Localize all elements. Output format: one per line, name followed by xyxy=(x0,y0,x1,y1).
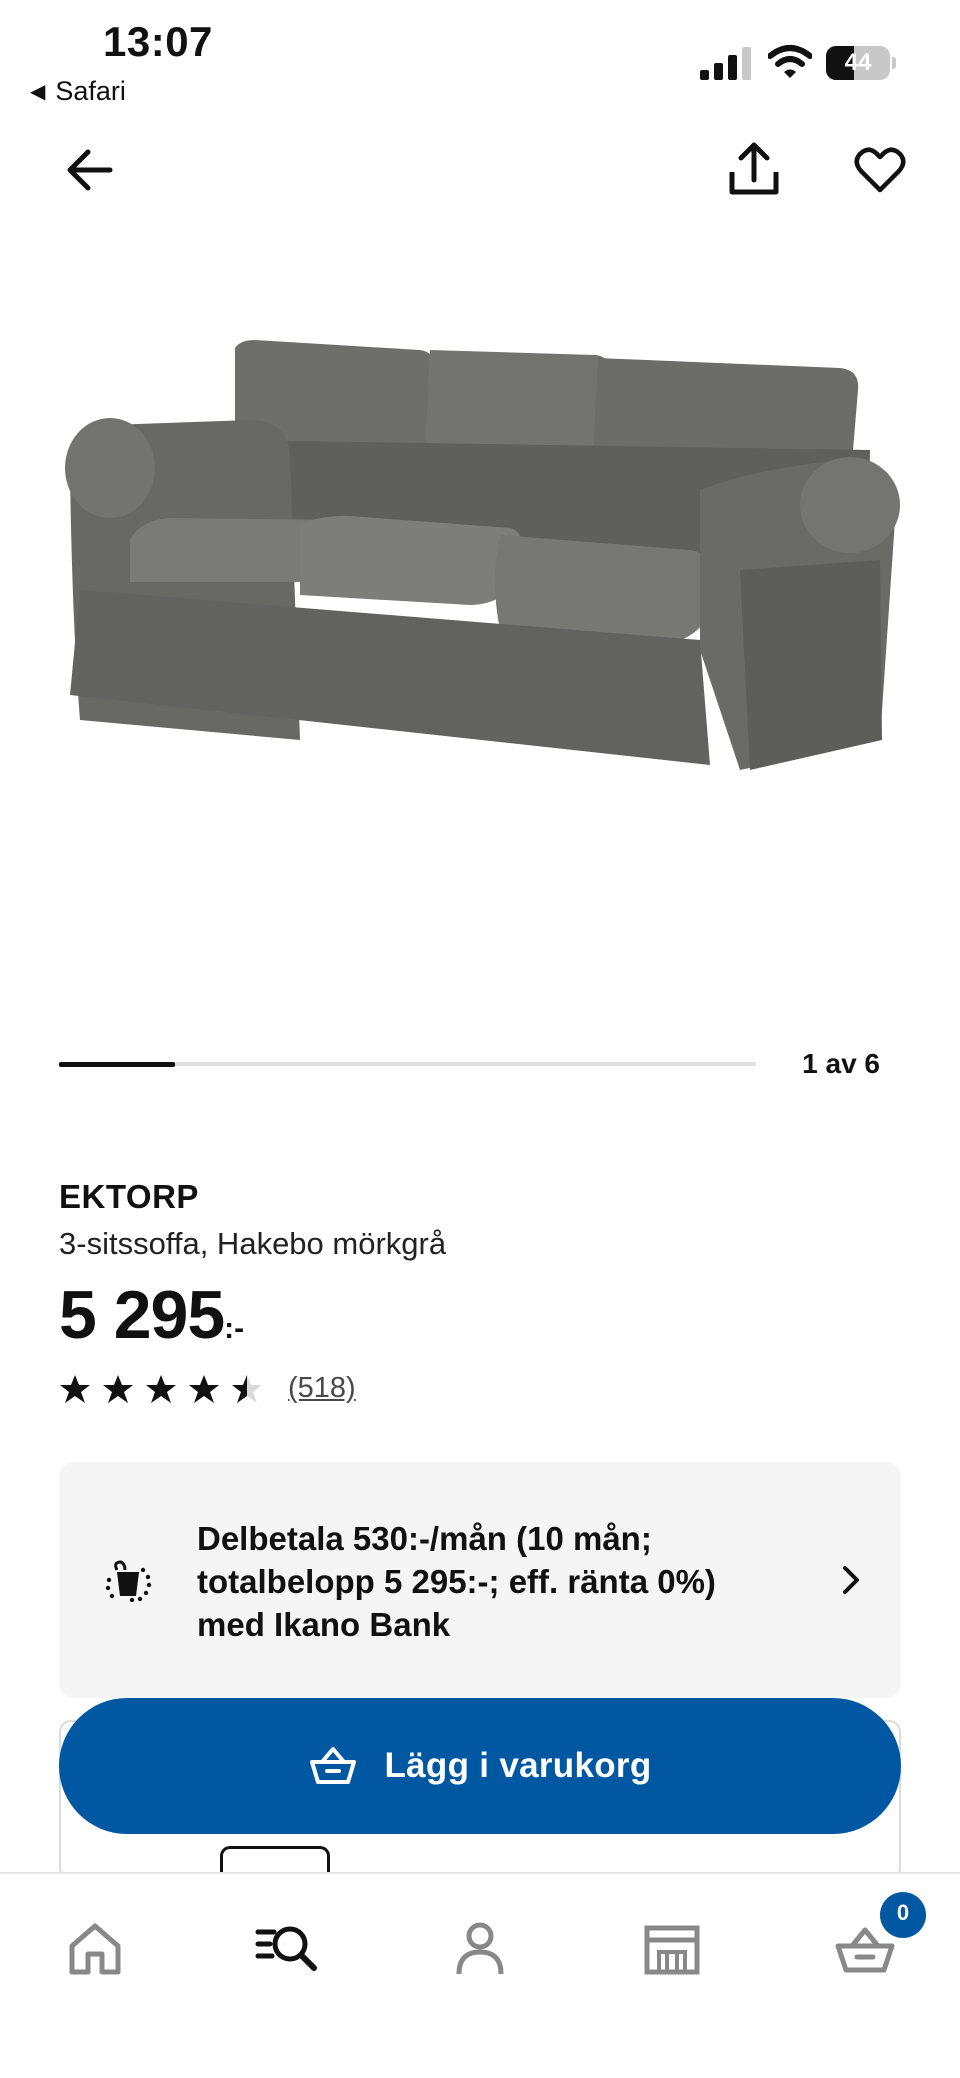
tab-stores[interactable] xyxy=(637,1914,707,1984)
tab-profile[interactable] xyxy=(445,1914,515,1984)
rating-stars xyxy=(59,1373,274,1405)
installment-offer-text: Delbetala 530:-/mån (10 mån; totalbelopp… xyxy=(197,1520,716,1643)
carousel-counter: 1 av 6 xyxy=(802,1048,880,1079)
star-icon xyxy=(189,1374,219,1403)
tab-home[interactable] xyxy=(60,1914,130,1984)
price-value: 5 295 xyxy=(59,1277,225,1353)
installment-offer-card[interactable]: Delbetala 530:-/mån (10 mån; totalbelopp… xyxy=(59,1462,901,1698)
tab-search[interactable] xyxy=(252,1914,322,1984)
star-icon xyxy=(60,1374,90,1403)
home-icon xyxy=(69,1923,121,1975)
battery-level: 44 xyxy=(844,49,872,76)
product-description: 3-sitssoffa, Hakebo mörkgrå xyxy=(59,1226,447,1261)
product-image[interactable] xyxy=(50,320,910,800)
chevron-right-icon xyxy=(843,1566,859,1594)
share-icon[interactable] xyxy=(724,140,784,200)
profile-icon xyxy=(456,1922,504,1975)
product-rating[interactable]: (518) xyxy=(59,1372,356,1405)
status-time: 13:07 xyxy=(103,18,213,65)
add-to-cart-button[interactable]: Lägg i varukorg xyxy=(59,1698,901,1834)
star-icon xyxy=(103,1374,133,1403)
star-icon xyxy=(232,1374,262,1403)
back-app-label: Safari xyxy=(55,76,126,106)
wifi-icon xyxy=(768,45,812,78)
star-icon xyxy=(146,1374,176,1403)
bottom-tab-bar: 0 xyxy=(0,1872,960,2078)
add-to-cart-label: Lägg i varukorg xyxy=(384,1746,652,1785)
store-icon xyxy=(644,1925,700,1975)
review-count-link[interactable]: (518) xyxy=(288,1372,356,1405)
arrow-left-icon[interactable] xyxy=(62,142,118,198)
price-suffix: :- xyxy=(224,1312,245,1345)
heart-icon[interactable] xyxy=(852,142,908,198)
back-triangle-icon: ◀ xyxy=(30,81,46,103)
product-brand: EKTORP xyxy=(59,1178,199,1215)
cart-count-badge: 0 xyxy=(880,1892,926,1938)
battery-indicator: 44 xyxy=(826,46,896,80)
product-price: 5 295:- xyxy=(59,1276,244,1354)
search-icon xyxy=(255,1926,317,1971)
cellular-signal-icon xyxy=(700,47,751,80)
basket-icon xyxy=(310,1747,357,1784)
back-to-app[interactable]: ◀ Safari xyxy=(30,76,126,107)
carousel-progress xyxy=(59,1062,756,1067)
installment-icon xyxy=(105,1560,152,1602)
